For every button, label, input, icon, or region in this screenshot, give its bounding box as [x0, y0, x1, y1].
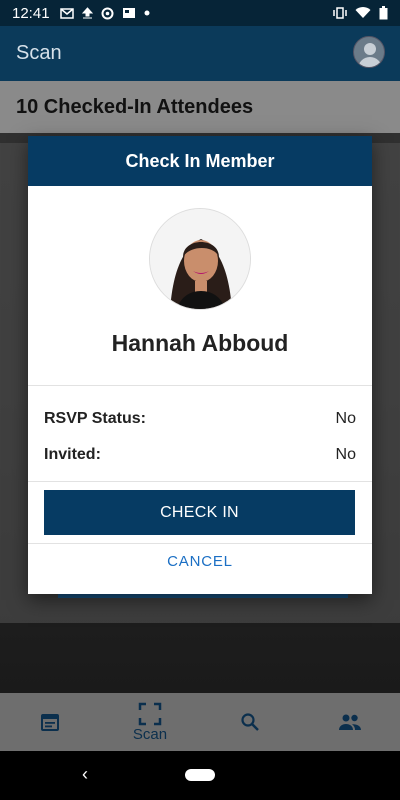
status-time: 12:41 — [12, 4, 50, 22]
system-nav-bar: ‹ — [0, 751, 400, 800]
news-icon — [122, 8, 135, 18]
checked-in-count: 10 Checked-In Attendees — [16, 95, 254, 118]
cancel-button[interactable]: CANCEL — [28, 553, 372, 570]
rsvp-status-label: RSVP Status: — [44, 410, 146, 427]
upload-icon — [81, 7, 93, 19]
wifi-icon — [355, 7, 371, 19]
app-bar: Scan — [0, 26, 400, 81]
nav-label-scan: Scan — [132, 725, 168, 743]
invited-label: Invited: — [44, 446, 101, 463]
divider — [28, 543, 372, 544]
invited-row: Invited: No — [44, 446, 356, 464]
vibrate-icon — [333, 7, 347, 19]
nav-item-search[interactable] — [200, 693, 300, 751]
search-icon — [241, 713, 259, 731]
nav-item-scan[interactable]: Scan — [100, 693, 200, 751]
people-icon — [339, 714, 361, 730]
rsvp-status-value: No — [335, 410, 356, 427]
member-photo — [149, 208, 251, 310]
status-left-icons — [59, 7, 150, 20]
check-in-dialog: Check In Member Hannah Abboud RSVP Statu… — [28, 136, 372, 594]
sync-icon — [101, 7, 114, 19]
attendees-header: 10 Checked-In Attendees — [0, 81, 400, 133]
status-bar: 12:41 — [0, 0, 400, 26]
back-icon[interactable]: ‹ — [82, 764, 88, 785]
nav-item-events[interactable] — [0, 693, 100, 751]
rsvp-status-row: RSVP Status: No — [44, 410, 356, 428]
dialog-header: Check In Member — [28, 136, 372, 186]
scan-icon — [138, 702, 162, 725]
check-in-button[interactable]: CHECK IN — [44, 490, 355, 535]
divider — [28, 385, 372, 386]
avatar-head-shape — [364, 43, 376, 55]
home-pill[interactable] — [185, 769, 215, 781]
nav-item-members[interactable] — [300, 693, 400, 751]
status-right-icons — [333, 6, 388, 20]
divider — [28, 481, 372, 482]
avatar-body-shape — [358, 57, 382, 67]
dot-icon — [144, 10, 150, 16]
battery-icon — [379, 6, 388, 20]
bottom-nav: Scan — [0, 693, 400, 751]
app-title: Scan — [16, 42, 62, 64]
calendar-icon — [41, 714, 59, 731]
member-name: Hannah Abboud — [111, 330, 289, 356]
gmail-icon — [59, 7, 74, 19]
invited-value: No — [335, 446, 356, 463]
account-avatar[interactable] — [353, 36, 385, 68]
dialog-title: Check In Member — [125, 150, 275, 171]
member-portrait-icon — [150, 209, 250, 309]
